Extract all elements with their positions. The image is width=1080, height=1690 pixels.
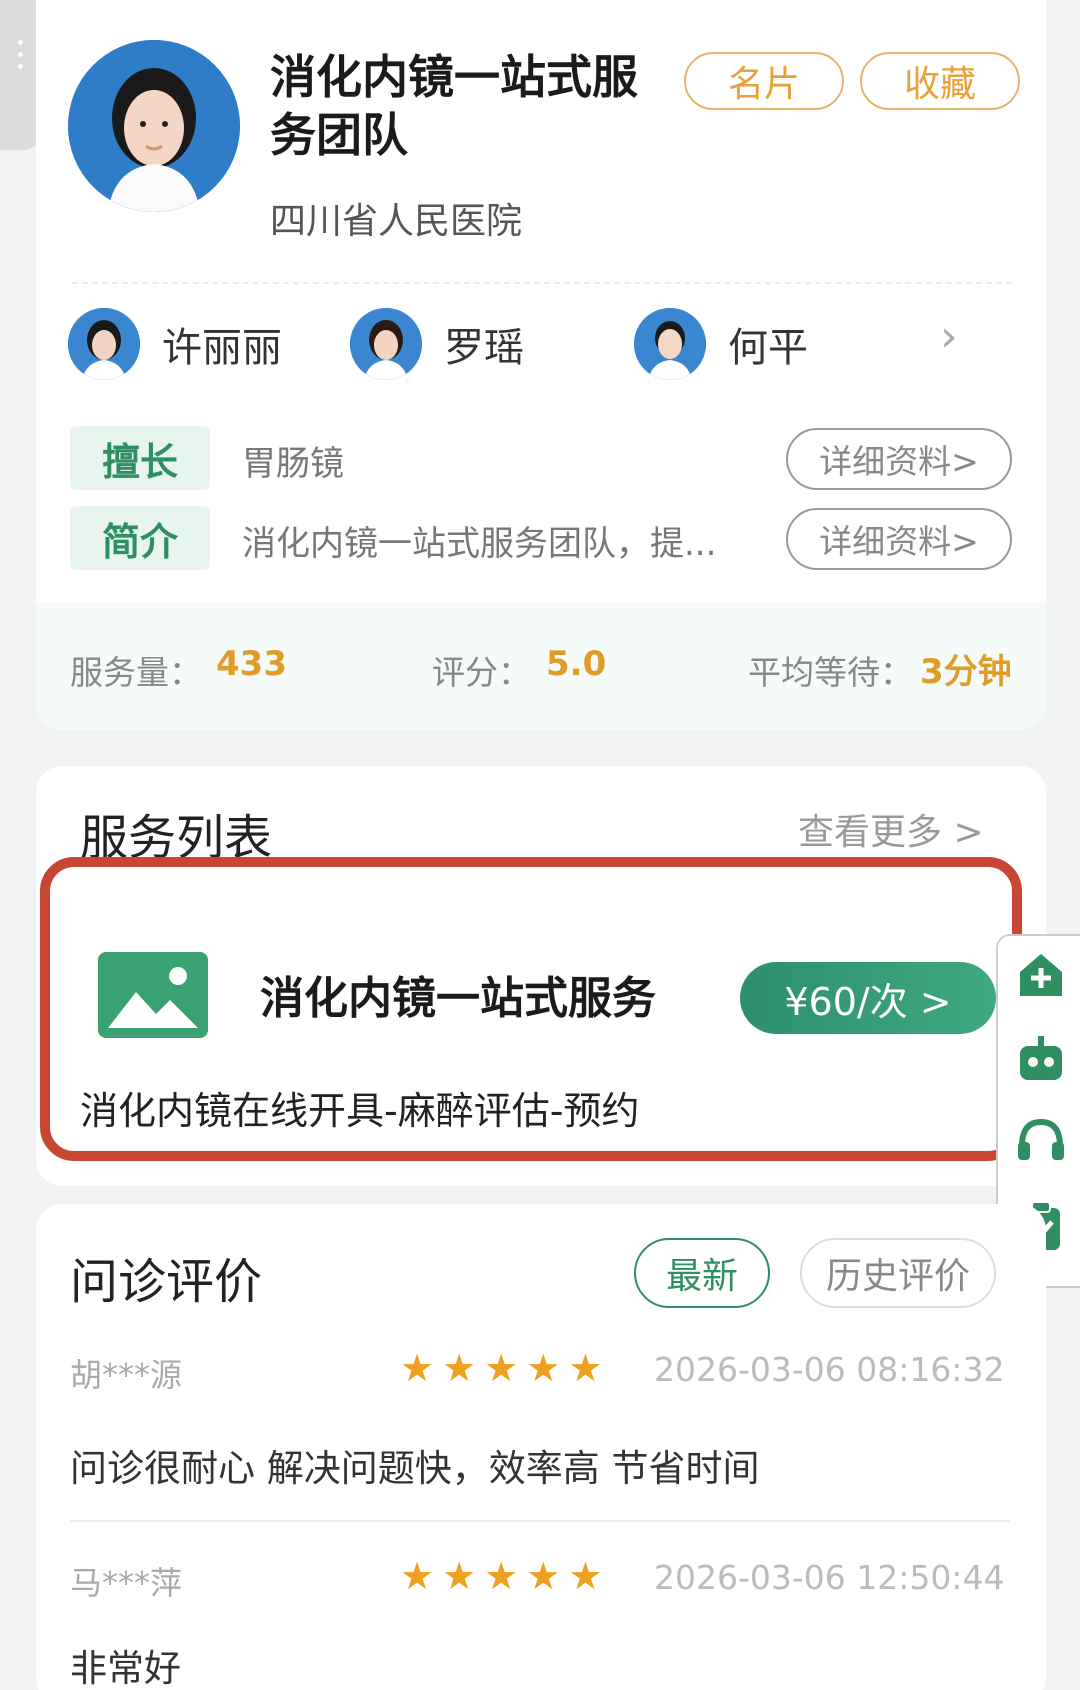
team-title: 消化内镜一站式服务团队 (270, 50, 638, 162)
image-placeholder-icon (98, 952, 208, 1038)
star-icon: ★ (568, 1346, 603, 1390)
home-plus-icon[interactable] (1014, 948, 1068, 1002)
member-name: 许丽丽 (162, 325, 282, 371)
service-name[interactable]: 消化内镜一站式服务 (260, 962, 656, 1026)
rating-value: 5.0 (546, 644, 607, 684)
filter-history-button[interactable]: 历史评价 (800, 1238, 996, 1308)
divider (72, 282, 1012, 284)
favorite-button[interactable]: 收藏 (860, 52, 1020, 110)
avatar (350, 308, 422, 380)
star-icon: ★ (484, 1346, 519, 1390)
star-icon: ★ (400, 1346, 435, 1390)
service-count-label: 服务量： (70, 653, 202, 692)
filter-latest-button[interactable]: 最新 (634, 1238, 770, 1308)
review-user: 胡***源 (70, 1356, 183, 1394)
drawer-handle[interactable] (0, 0, 40, 150)
team-member[interactable]: 罗瑶 (350, 308, 524, 380)
review-time: 2026-03-06 12:50:44 (654, 1558, 1005, 1597)
review-title: 问诊评价 (70, 1254, 263, 1310)
specialty-detail-button[interactable]: 详细资料> (786, 428, 1012, 490)
review-user: 马***萍 (70, 1564, 183, 1602)
intro-detail-button[interactable]: 详细资料> (786, 508, 1012, 570)
business-card-button[interactable]: 名片 (684, 52, 844, 110)
review-text: 问诊很耐心 解决问题快，效率高 节省时间 (70, 1447, 760, 1490)
star-icon: ★ (568, 1554, 603, 1598)
team-avatar (68, 40, 240, 212)
service-count-value: 433 (216, 644, 287, 684)
star-icon: ★ (526, 1346, 561, 1390)
avg-wait-value: 3分钟 (920, 652, 1012, 692)
divider (70, 1520, 1010, 1522)
star-icon: ★ (526, 1554, 561, 1598)
team-member[interactable]: 何平 (634, 308, 808, 380)
star-icon: ★ (442, 1554, 477, 1598)
intro-tag: 简介 (70, 506, 210, 570)
star-icon: ★ (484, 1554, 519, 1598)
star-icon: ★ (400, 1554, 435, 1598)
avatar (68, 308, 140, 380)
star-icon: ★ (442, 1346, 477, 1390)
specialty-tag: 擅长 (70, 426, 210, 490)
avg-wait-label: 平均等待： (748, 653, 913, 692)
intro-text: 消化内镜一站式服务团队，提... (242, 524, 717, 564)
hospital-name: 四川省人民医院 (270, 201, 523, 242)
robot-icon[interactable] (1014, 1032, 1068, 1086)
rating-label: 评分： (432, 653, 531, 692)
review-stars: ★ ★ ★ ★ ★ (400, 1348, 610, 1388)
review-time: 2026-03-06 08:16:32 (654, 1350, 1005, 1389)
team-member[interactable]: 许丽丽 (68, 308, 282, 380)
headset-icon[interactable] (1014, 1114, 1068, 1168)
avatar (634, 308, 706, 380)
price-button[interactable]: ¥60/次 > (740, 962, 996, 1034)
service-description: 消化内镜在线开具-麻醉评估-预约 (80, 1089, 640, 1133)
member-name: 何平 (728, 325, 808, 371)
review-text: 非常好 (70, 1647, 181, 1690)
specialty-text: 胃肠镜 (242, 444, 344, 484)
view-more-link[interactable]: 查看更多 > (798, 803, 984, 855)
review-stars: ★ ★ ★ ★ ★ (400, 1556, 610, 1596)
members-more-chevron-icon[interactable]: › (940, 312, 970, 362)
member-name: 罗瑶 (444, 325, 524, 371)
